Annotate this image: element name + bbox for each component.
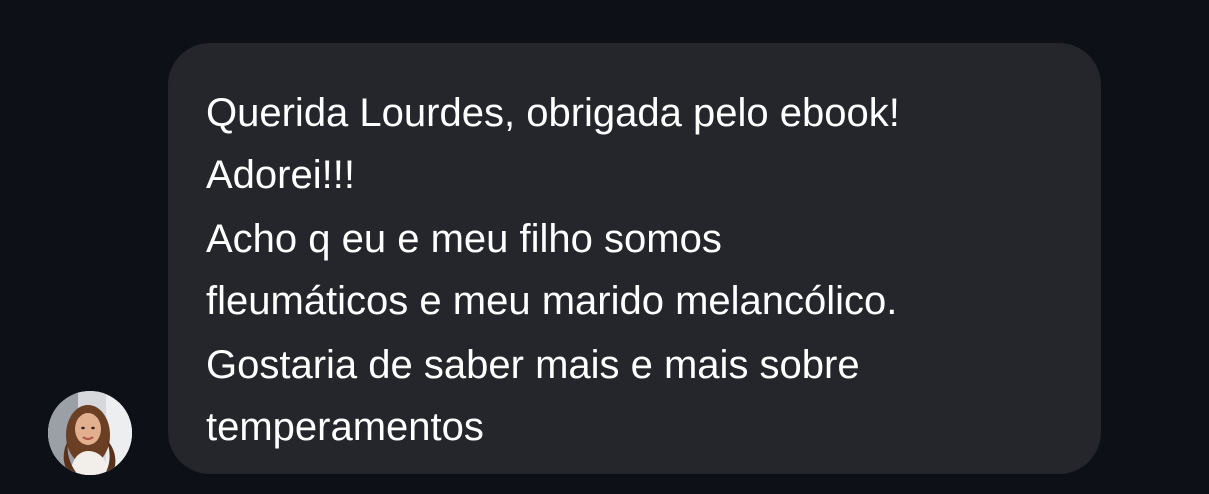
message-line: fleumáticos e meu marido melancólico. [206, 279, 898, 323]
message-paragraph: Querida Lourdes, obrigada pelo ebook! Ad… [206, 82, 1071, 206]
avatar[interactable] [48, 391, 132, 475]
message-paragraph: Acho q eu e meu filho somos fleumáticos … [206, 208, 1071, 332]
profile-photo-icon [48, 391, 132, 475]
message-line: temperamentos [206, 405, 484, 449]
message-bubble[interactable]: Querida Lourdes, obrigada pelo ebook! Ad… [168, 43, 1101, 474]
message-line: Adorei!!! [206, 153, 355, 197]
message-line: Acho q eu e meu filho somos [206, 217, 722, 261]
message-paragraph: Gostaria de saber mais e mais sobre temp… [206, 334, 1071, 458]
message-line: Gostaria de saber mais e mais sobre [206, 343, 860, 387]
incoming-message-row: Querida Lourdes, obrigada pelo ebook! Ad… [0, 0, 1209, 494]
message-line: Querida Lourdes, obrigada pelo ebook! [206, 91, 900, 135]
